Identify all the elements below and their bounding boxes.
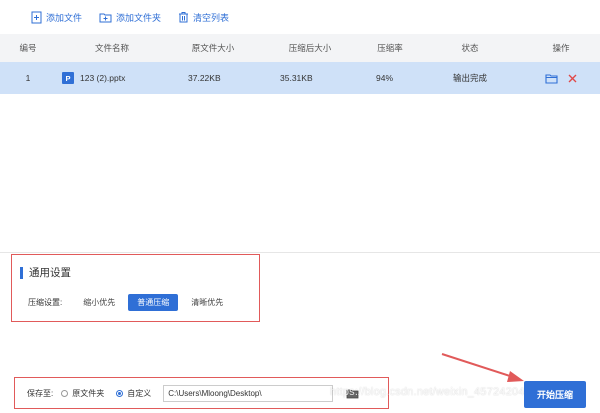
radio-custom[interactable]: 自定义 <box>116 388 151 399</box>
trash-icon <box>179 12 189 23</box>
radio-custom-label: 自定义 <box>127 388 152 398</box>
table-header: 编号 文件名称 原文件大小 压缩后大小 压缩率 状态 操作 <box>0 34 600 62</box>
save-label: 保存至: <box>27 388 54 398</box>
add-file-icon <box>31 11 42 23</box>
option-size-priority[interactable]: 缩小优先 <box>74 294 124 311</box>
browse-folder-button[interactable] <box>345 387 359 400</box>
toolbar: 添加文件 添加文件夹 清空列表 <box>0 0 600 34</box>
row-compressed-size: 35.31KB <box>280 73 313 83</box>
delete-icon[interactable] <box>568 74 577 83</box>
start-compress-button[interactable]: 开始压缩 <box>524 381 586 408</box>
settings-title: 通用设置 <box>20 265 71 280</box>
clear-list-label: 清空列表 <box>193 12 230 23</box>
option-normal-compress[interactable]: 普通压缩 <box>128 294 179 311</box>
add-file-label: 添加文件 <box>46 12 83 23</box>
add-file-button[interactable]: 添加文件 <box>31 11 82 24</box>
header-compressed-size: 压缩后大小 <box>288 43 332 53</box>
settings-title-text: 通用设置 <box>29 267 71 279</box>
table-row[interactable]: 1 P 123 (2).pptx 37.22KB 35.31KB 94% 输出完… <box>0 62 600 94</box>
header-status: 状态 <box>461 43 479 53</box>
radio-dot-original <box>61 389 69 397</box>
row-filename-cell: P 123 (2).pptx <box>56 72 168 84</box>
row-number: 1 <box>25 73 31 83</box>
add-folder-label: 添加文件夹 <box>116 12 162 23</box>
title-accent-bar <box>20 266 23 279</box>
compress-settings-row: 压缩设置: 缩小优先 普通压缩 清晰优先 <box>28 294 236 311</box>
header-number: 编号 <box>19 43 37 53</box>
start-compress-label: 开始压缩 <box>536 390 573 400</box>
header-ratio: 压缩率 <box>377 43 403 53</box>
radio-dot-custom <box>116 389 124 397</box>
general-settings-panel: 通用设置 压缩设置: 缩小优先 普通压缩 清晰优先 <box>11 254 260 322</box>
add-folder-button[interactable]: 添加文件夹 <box>99 11 161 24</box>
pptx-file-icon: P <box>62 72 74 84</box>
save-location-panel: 保存至: 原文件夹 自定义 <box>14 377 389 409</box>
browse-folder-icon <box>346 389 359 398</box>
clear-list-button[interactable]: 清空列表 <box>178 11 229 24</box>
header-original-size: 原文件大小 <box>191 43 235 53</box>
row-status: 输出完成 <box>452 73 487 83</box>
radio-original-folder[interactable]: 原文件夹 <box>61 388 104 399</box>
file-table: 编号 文件名称 原文件大小 压缩后大小 压缩率 状态 操作 1 P 123 (2… <box>0 34 600 94</box>
save-path-input[interactable] <box>163 384 334 402</box>
row-filename: 123 (2).pptx <box>80 73 126 83</box>
row-actions <box>522 73 600 84</box>
row-original-size: 37.22KB <box>188 73 221 83</box>
open-folder-icon[interactable] <box>545 73 558 84</box>
radio-original-label: 原文件夹 <box>72 388 105 398</box>
option-clarity-priority[interactable]: 清晰优先 <box>182 294 232 311</box>
compress-label: 压缩设置: <box>28 298 63 307</box>
divider <box>0 252 600 253</box>
header-actions: 操作 <box>552 43 570 53</box>
add-folder-icon <box>99 13 112 22</box>
annotation-arrow <box>441 353 524 382</box>
row-ratio: 94% <box>376 73 394 83</box>
compressor-window: 添加文件 添加文件夹 清空列表 编号 文件名称 原文件大小 压缩后大小 压缩率 … <box>0 0 600 413</box>
header-filename: 文件名称 <box>94 43 129 53</box>
